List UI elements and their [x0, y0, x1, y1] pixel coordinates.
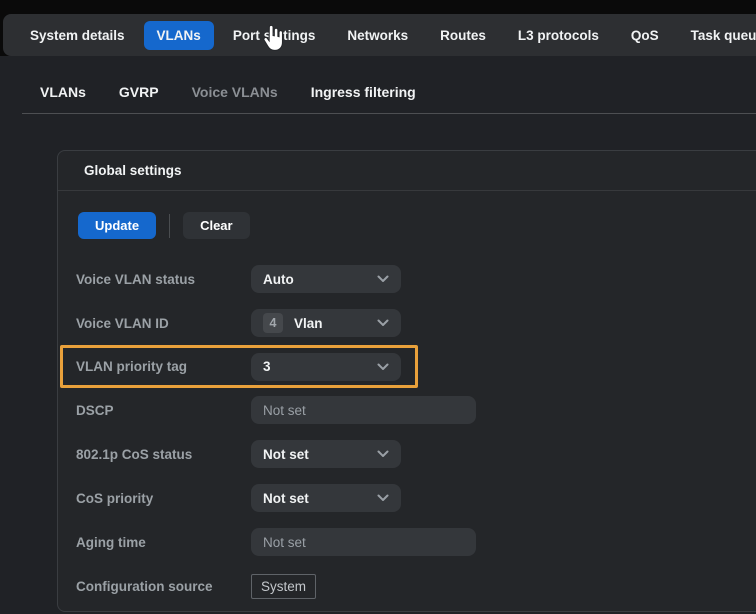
- subtab-vlans[interactable]: VLANs: [40, 84, 86, 100]
- voice-vlan-id-label: Voice VLAN ID: [76, 316, 251, 331]
- nav-tab-system-details[interactable]: System details: [17, 21, 138, 50]
- nav-tab-routes[interactable]: Routes: [427, 21, 499, 50]
- update-button[interactable]: Update: [78, 212, 156, 239]
- configuration-source-chip: System: [251, 574, 316, 599]
- cos-priority-label: CoS priority: [76, 491, 251, 506]
- nav-tab-vlans[interactable]: VLANs: [144, 21, 214, 50]
- nav-tab-task-queue[interactable]: Task queue: [678, 21, 756, 50]
- app-window: System details VLANs Port settings Netwo…: [0, 0, 756, 614]
- cos-priority-value: Not set: [263, 491, 309, 506]
- voice-vlan-status-dropdown[interactable]: Auto: [251, 265, 401, 293]
- cos-status-label: 802.1p CoS status: [76, 447, 251, 462]
- voice-vlan-id-dropdown[interactable]: 4 Vlan: [251, 309, 401, 337]
- row-8021p-cos-status: 802.1p CoS status Not set: [76, 432, 756, 476]
- chevron-down-icon: [377, 319, 389, 327]
- dscp-input[interactable]: [251, 396, 476, 424]
- chevron-down-icon: [377, 275, 389, 283]
- subtab-ingress-filtering[interactable]: Ingress filtering: [311, 84, 416, 100]
- aging-time-label: Aging time: [76, 535, 251, 550]
- voice-vlan-status-value: Auto: [263, 272, 294, 287]
- row-vlan-priority-tag-highlighted: VLAN priority tag 3: [60, 345, 418, 388]
- settings-form: Voice VLAN status Auto Voice VLAN ID 4 V…: [58, 257, 756, 608]
- cos-status-dropdown[interactable]: Not set: [251, 440, 401, 468]
- aging-time-input[interactable]: [251, 528, 476, 556]
- chevron-down-icon: [377, 363, 389, 371]
- configuration-source-label: Configuration source: [76, 579, 251, 594]
- chevron-down-icon: [377, 450, 389, 458]
- subtabs-divider: [22, 113, 756, 114]
- vlan-subtabs: VLANs GVRP Voice VLANs Ingress filtering: [40, 84, 416, 100]
- vlan-priority-tag-value: 3: [263, 359, 271, 374]
- vlan-priority-tag-label: VLAN priority tag: [76, 359, 251, 374]
- row-aging-time: Aging time: [76, 520, 756, 564]
- cos-status-value: Not set: [263, 447, 309, 462]
- nav-tab-l3-protocols[interactable]: L3 protocols: [505, 21, 612, 50]
- row-cos-priority: CoS priority Not set: [76, 476, 756, 520]
- action-buttons: Update Clear: [78, 212, 756, 239]
- chevron-down-icon: [377, 494, 389, 502]
- subtab-voice-vlans[interactable]: Voice VLANs: [192, 84, 278, 100]
- row-configuration-source: Configuration source System: [76, 564, 756, 608]
- row-voice-vlan-id: Voice VLAN ID 4 Vlan: [76, 301, 756, 345]
- vlan-id-badge: 4: [263, 313, 283, 333]
- top-navbar: System details VLANs Port settings Netwo…: [3, 14, 756, 56]
- row-voice-vlan-status: Voice VLAN status Auto: [76, 257, 756, 301]
- dscp-label: DSCP: [76, 403, 251, 418]
- global-settings-panel: Global settings Update Clear Voice VLAN …: [57, 150, 756, 612]
- voice-vlan-status-label: Voice VLAN status: [76, 272, 251, 287]
- button-divider: [169, 214, 170, 238]
- vlan-priority-tag-dropdown[interactable]: 3: [251, 353, 401, 381]
- row-dscp: DSCP: [76, 388, 756, 432]
- nav-tab-qos[interactable]: QoS: [618, 21, 672, 50]
- nav-tab-port-settings[interactable]: Port settings: [220, 21, 329, 50]
- nav-tab-networks[interactable]: Networks: [334, 21, 421, 50]
- cos-priority-dropdown[interactable]: Not set: [251, 484, 401, 512]
- panel-title: Global settings: [84, 163, 182, 178]
- panel-header: Global settings: [58, 151, 756, 191]
- voice-vlan-id-value: Vlan: [294, 316, 323, 331]
- clear-button[interactable]: Clear: [183, 212, 250, 239]
- subtab-gvrp[interactable]: GVRP: [119, 84, 159, 100]
